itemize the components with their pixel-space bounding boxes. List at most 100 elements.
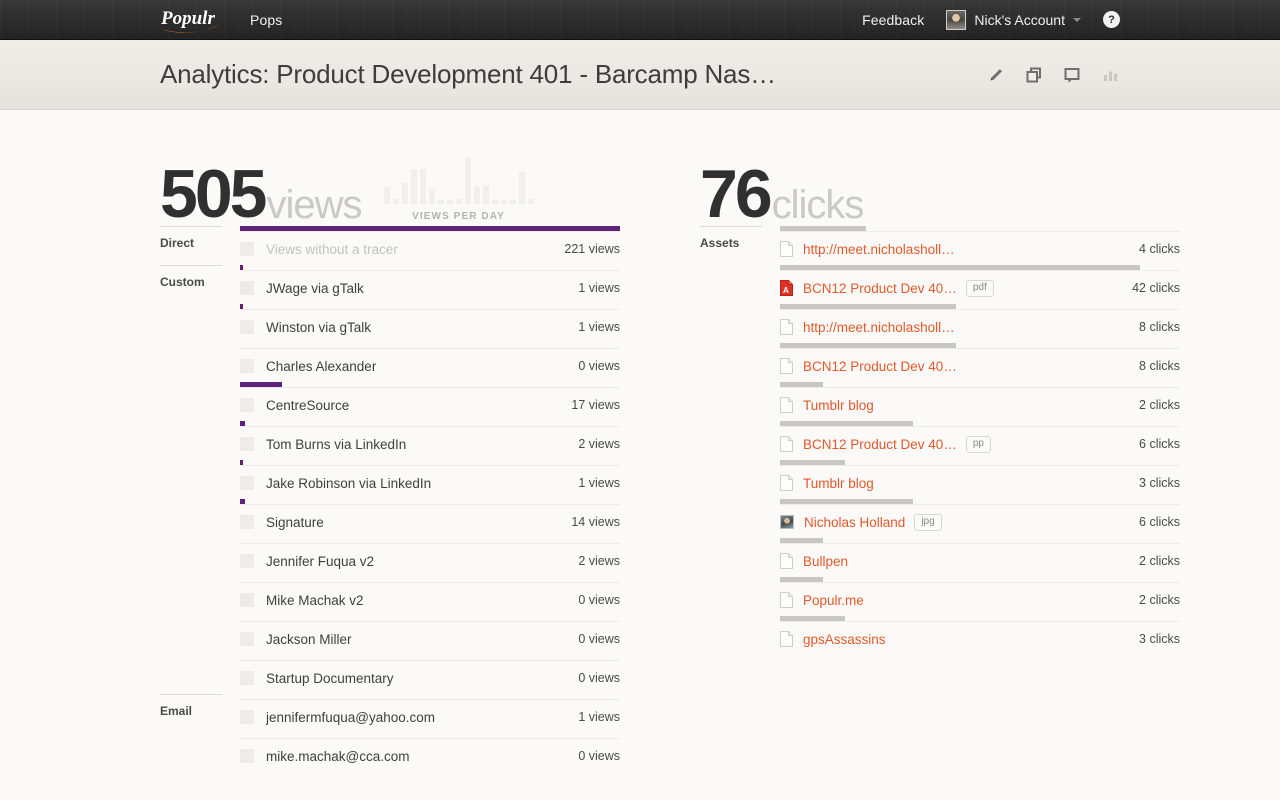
populr-logo[interactable]: Populr (160, 5, 224, 35)
table-row[interactable]: BCN12 Product Dev 40… 8 clicks (780, 343, 1180, 382)
row-views-count: 1 views (566, 476, 620, 490)
row-label: mike.machak@cca.com (266, 749, 410, 764)
section-label-column: Direct (160, 226, 240, 265)
table-row[interactable]: ABCN12 Product Dev 40…pdf42 clicks (780, 265, 1180, 304)
table-row[interactable]: Tumblr blog2 clicks (780, 382, 1180, 421)
sparkline-bar (393, 199, 399, 204)
asset-link[interactable]: Tumblr blog (803, 476, 874, 491)
nav-item-pops[interactable]: Pops (250, 12, 282, 28)
views-row-list: Views without a tracer 221 views (240, 226, 620, 265)
table-row[interactable]: Views without a tracer 221 views (240, 226, 620, 265)
row-label: Tom Burns via LinkedIn (266, 437, 406, 452)
table-row[interactable]: gpsAssassins3 clicks (780, 616, 1180, 655)
document-icon (780, 319, 793, 335)
table-row[interactable]: Jennifer Fuqua v22 views (240, 538, 620, 577)
favicon-placeholder (240, 476, 254, 490)
row-label: Charles Alexander (266, 359, 376, 374)
table-row[interactable]: CentreSource17 views (240, 382, 620, 421)
document-icon (780, 553, 793, 569)
table-row[interactable]: Startup Documentary 0 views (240, 655, 620, 694)
asset-link[interactable]: http://meet.nicholasholl… (803, 242, 955, 257)
row-clicks-count: 8 clicks (1127, 359, 1180, 373)
account-label: Nick's Account (974, 12, 1065, 28)
sparkline-bar (438, 200, 444, 204)
populr-logo-mark: Populr (160, 5, 224, 35)
row-clicks-count: 42 clicks (1120, 281, 1180, 295)
asset-link[interactable]: http://meet.nicholasholl… (803, 320, 955, 335)
row-views-count: 14 views (559, 515, 620, 529)
asset-link[interactable]: gpsAssassins (803, 632, 886, 647)
row-label: Views without a tracer (266, 242, 398, 257)
row-views-count: 2 views (566, 437, 620, 451)
document-icon (780, 592, 793, 608)
assets-row-list: http://meet.nicholasholl…4 clicksABCN12 … (780, 226, 1180, 655)
clicks-unit: clicks (772, 185, 864, 226)
table-row[interactable]: Bullpen2 clicks (780, 538, 1180, 577)
document-icon (780, 436, 793, 452)
favicon-placeholder (240, 671, 254, 685)
asset-link[interactable]: Bullpen (803, 554, 848, 569)
document-icon (780, 241, 793, 257)
asset-link[interactable]: Populr.me (803, 593, 864, 608)
row-views-count: 1 views (566, 710, 620, 724)
nav-item-feedback[interactable]: Feedback (862, 12, 924, 28)
page-toolbar (986, 65, 1120, 85)
row-label: Jake Robinson via LinkedIn (266, 476, 431, 491)
asset-link[interactable]: Nicholas Holland (804, 515, 905, 530)
favicon-placeholder (240, 242, 254, 256)
favicon-placeholder (240, 554, 254, 568)
table-row[interactable]: jennifermfuqua@yahoo.com1 views (240, 694, 620, 733)
row-views-count: 1 views (566, 281, 620, 295)
document-icon (780, 475, 793, 491)
favicon-placeholder (240, 515, 254, 529)
asset-link[interactable]: BCN12 Product Dev 40… (803, 437, 957, 452)
table-row[interactable]: Jake Robinson via LinkedIn 1 views (240, 460, 620, 499)
table-row[interactable]: JWage via gTalk1 views (240, 265, 620, 304)
duplicate-icon[interactable] (1024, 65, 1044, 85)
asset-link[interactable]: BCN12 Product Dev 40… (803, 281, 957, 296)
sparkline-bar (429, 189, 435, 204)
views-section: CustomJWage via gTalk1 viewsWinston via … (160, 265, 620, 694)
table-row[interactable]: Mike Machak v2 0 views (240, 577, 620, 616)
edit-pencil-icon[interactable] (986, 65, 1006, 85)
asset-link[interactable]: Tumblr blog (803, 398, 874, 413)
help-icon[interactable]: ? (1103, 11, 1120, 28)
sparkline-bar (411, 169, 417, 204)
sparkline-bar (384, 187, 390, 204)
row-label: Winston via gTalk (266, 320, 371, 335)
page-title: Analytics: Product Development 401 - Bar… (160, 59, 776, 90)
account-menu[interactable]: Nick's Account (946, 10, 1081, 30)
sparkline-bar (456, 199, 462, 204)
table-row[interactable]: Charles Alexander0 views (240, 343, 620, 382)
section-label: Custom (160, 266, 240, 289)
row-views-count: 0 views (566, 593, 620, 607)
table-row[interactable]: Winston via gTalk1 views (240, 304, 620, 343)
row-views-count: 0 views (566, 671, 620, 685)
clicks-headline: 76 clicks (700, 140, 1180, 226)
analytics-bar-icon[interactable] (1100, 65, 1120, 85)
table-row[interactable]: Jackson Miller0 views (240, 616, 620, 655)
assets-list-block: Assetshttp://meet.nicholasholl…4 clicksA… (700, 226, 1180, 655)
sparkline-bar (519, 172, 525, 204)
svg-text:Populr: Populr (160, 8, 215, 29)
row-views-count: 221 views (552, 242, 620, 256)
sparkline-bar (447, 200, 453, 204)
table-row[interactable]: mike.machak@cca.com0 views (240, 733, 620, 772)
row-label: Mike Machak v2 (266, 593, 364, 608)
table-row[interactable]: BCN12 Product Dev 40…pp6 clicks (780, 421, 1180, 460)
table-row[interactable]: Populr.me 2 clicks (780, 577, 1180, 616)
table-row[interactable]: Signature 14 views (240, 499, 620, 538)
row-clicks-count: 2 clicks (1127, 593, 1180, 607)
views-section: Emailjennifermfuqua@yahoo.com1 viewsmike… (160, 694, 620, 772)
row-label: Signature (266, 515, 324, 530)
sparkline-bar (474, 186, 480, 204)
asset-link[interactable]: BCN12 Product Dev 40… (803, 359, 957, 374)
table-row[interactable]: Tom Burns via LinkedIn 2 views (240, 421, 620, 460)
table-row[interactable]: Nicholas Hollandjpg6 clicks (780, 499, 1180, 538)
table-row[interactable]: http://meet.nicholasholl…8 clicks (780, 304, 1180, 343)
table-row[interactable]: http://meet.nicholasholl…4 clicks (780, 226, 1180, 265)
comment-icon[interactable] (1062, 65, 1082, 85)
favicon-placeholder (240, 710, 254, 724)
row-label: Startup Documentary (266, 671, 394, 686)
table-row[interactable]: Tumblr blog3 clicks (780, 460, 1180, 499)
